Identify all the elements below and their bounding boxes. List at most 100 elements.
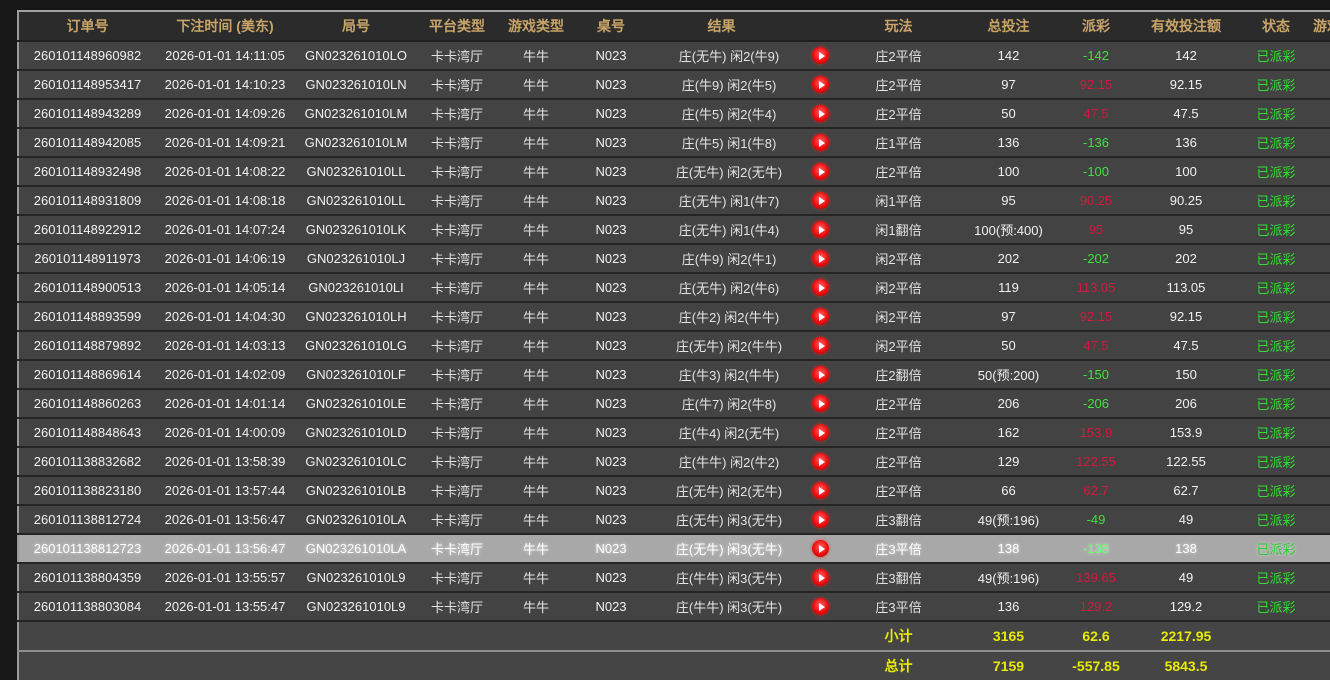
play-triangle xyxy=(819,487,825,495)
play-icon[interactable] xyxy=(812,569,829,586)
play-triangle xyxy=(819,574,825,582)
cell-order_id: 260101138812724 xyxy=(18,505,156,534)
cell-game_type: 牛牛 xyxy=(496,563,576,592)
cell-payout: 113.05 xyxy=(1061,273,1131,302)
play-triangle xyxy=(819,400,825,408)
table-row[interactable]: 2601011489534172026-01-01 14:10:23GN0232… xyxy=(18,70,1330,99)
result-text: 庄(牛5) 闲2(牛4) xyxy=(646,104,812,123)
cell-table_no: N023 xyxy=(576,389,646,418)
cell-order_id: 260101148953417 xyxy=(18,70,156,99)
play-icon[interactable] xyxy=(812,279,829,296)
cell-extra xyxy=(1311,41,1330,70)
play-icon[interactable] xyxy=(812,192,829,209)
play-triangle xyxy=(819,168,825,176)
play-icon[interactable] xyxy=(812,47,829,64)
cell-table_no: N023 xyxy=(576,157,646,186)
cell-result: 庄(无牛) 闲2(无牛) xyxy=(646,476,841,505)
table-row[interactable]: 2601011388127232026-01-01 13:56:47GN0232… xyxy=(18,534,1330,563)
play-icon[interactable] xyxy=(812,337,829,354)
cell-bet_time: 2026-01-01 13:55:47 xyxy=(156,592,294,621)
cell-status: 已派彩 xyxy=(1241,534,1311,563)
cell-total_bet: 97 xyxy=(956,70,1061,99)
cell-game_type: 牛牛 xyxy=(496,389,576,418)
cell-extra xyxy=(1311,244,1330,273)
play-icon[interactable] xyxy=(812,105,829,122)
cell-round_id: GN023261010LI xyxy=(294,273,418,302)
column-header-valid_bet: 有效投注额 xyxy=(1131,11,1241,41)
play-icon[interactable] xyxy=(812,250,829,267)
cell-valid_bet: 136 xyxy=(1131,128,1241,157)
cell-round_id: GN023261010L9 xyxy=(294,592,418,621)
table-row[interactable]: 2601011489318092026-01-01 14:08:18GN0232… xyxy=(18,186,1330,215)
play-triangle xyxy=(819,226,825,234)
cell-platform: 卡卡湾厅 xyxy=(418,186,496,215)
table-row[interactable]: 2601011388231802026-01-01 13:57:44GN0232… xyxy=(18,476,1330,505)
cell-payout: 47.5 xyxy=(1061,331,1131,360)
table-row[interactable]: 2601011489324982026-01-01 14:08:22GN0232… xyxy=(18,157,1330,186)
cell-order_id: 260101148860263 xyxy=(18,389,156,418)
table-row[interactable]: 2601011488798922026-01-01 14:03:13GN0232… xyxy=(18,331,1330,360)
table-row[interactable]: 2601011488486432026-01-01 14:00:09GN0232… xyxy=(18,418,1330,447)
cell-valid_bet: 90.25 xyxy=(1131,186,1241,215)
cell-extra xyxy=(1311,534,1330,563)
cell-table_no: N023 xyxy=(576,41,646,70)
cell-table_no: N023 xyxy=(576,418,646,447)
cell-play: 庄2平倍 xyxy=(841,389,956,418)
play-icon[interactable] xyxy=(812,511,829,528)
cell-play: 庄2平倍 xyxy=(841,157,956,186)
play-icon[interactable] xyxy=(812,163,829,180)
play-triangle xyxy=(819,371,825,379)
cell-bet_time: 2026-01-01 14:02:09 xyxy=(156,360,294,389)
play-icon[interactable] xyxy=(812,453,829,470)
play-icon[interactable] xyxy=(812,424,829,441)
play-icon[interactable] xyxy=(812,134,829,151)
table-row[interactable]: 2601011488935992026-01-01 14:04:30GN0232… xyxy=(18,302,1330,331)
column-header-status: 状态 xyxy=(1241,11,1311,41)
footer-total-bet: 7159 xyxy=(956,651,1061,680)
result-text: 庄(无牛) 闲2(牛9) xyxy=(646,46,812,65)
play-icon[interactable] xyxy=(812,598,829,615)
table-row[interactable]: 2601011388127242026-01-01 13:56:47GN0232… xyxy=(18,505,1330,534)
cell-round_id: GN023261010LL xyxy=(294,186,418,215)
play-triangle xyxy=(819,139,825,147)
cell-play: 庄2平倍 xyxy=(841,447,956,476)
cell-total_bet: 50 xyxy=(956,331,1061,360)
play-icon[interactable] xyxy=(812,366,829,383)
cell-round_id: GN023261010LJ xyxy=(294,244,418,273)
table-row[interactable]: 2601011488602632026-01-01 14:01:14GN0232… xyxy=(18,389,1330,418)
play-triangle xyxy=(819,313,825,321)
table-row[interactable]: 2601011489432892026-01-01 14:09:26GN0232… xyxy=(18,99,1330,128)
table-row[interactable]: 2601011489609822026-01-01 14:11:05GN0232… xyxy=(18,41,1330,70)
cell-valid_bet: 129.2 xyxy=(1131,592,1241,621)
play-icon[interactable] xyxy=(812,395,829,412)
cell-round_id: GN023261010LO xyxy=(294,41,418,70)
play-icon[interactable] xyxy=(812,76,829,93)
table-row[interactable]: 2601011488696142026-01-01 14:02:09GN0232… xyxy=(18,360,1330,389)
table-row[interactable]: 2601011489229122026-01-01 14:07:24GN0232… xyxy=(18,215,1330,244)
cell-bet_time: 2026-01-01 13:56:47 xyxy=(156,505,294,534)
table-row[interactable]: 2601011489119732026-01-01 14:06:19GN0232… xyxy=(18,244,1330,273)
table-row[interactable]: 2601011388326822026-01-01 13:58:39GN0232… xyxy=(18,447,1330,476)
play-icon[interactable] xyxy=(812,308,829,325)
cell-play: 闲2平倍 xyxy=(841,302,956,331)
table-row[interactable]: 2601011489420852026-01-01 14:09:21GN0232… xyxy=(18,128,1330,157)
play-icon[interactable] xyxy=(812,540,829,557)
table-row[interactable]: 2601011489005132026-01-01 14:05:14GN0232… xyxy=(18,273,1330,302)
cell-bet_time: 2026-01-01 14:09:26 xyxy=(156,99,294,128)
bet-records-screen: 订单号下注时间 (美东)局号平台类型游戏类型桌号结果玩法总投注派彩有效投注额状态… xyxy=(0,0,1330,680)
column-header-payout: 派彩 xyxy=(1061,11,1131,41)
cell-payout: -206 xyxy=(1061,389,1131,418)
cell-game_type: 牛牛 xyxy=(496,128,576,157)
result-text: 庄(无牛) 闲3(无牛) xyxy=(646,510,812,529)
play-icon[interactable] xyxy=(812,482,829,499)
table-row[interactable]: 2601011388030842026-01-01 13:55:47GN0232… xyxy=(18,592,1330,621)
cell-bet_time: 2026-01-01 14:04:30 xyxy=(156,302,294,331)
cell-game_type: 牛牛 xyxy=(496,186,576,215)
cell-play: 庄2翻倍 xyxy=(841,360,956,389)
table-row[interactable]: 2601011388043592026-01-01 13:55:57GN0232… xyxy=(18,563,1330,592)
cell-extra xyxy=(1311,128,1330,157)
cell-order_id: 260101138803084 xyxy=(18,592,156,621)
play-icon[interactable] xyxy=(812,221,829,238)
cell-result: 庄(牛4) 闲2(无牛) xyxy=(646,418,841,447)
cell-valid_bet: 47.5 xyxy=(1131,331,1241,360)
